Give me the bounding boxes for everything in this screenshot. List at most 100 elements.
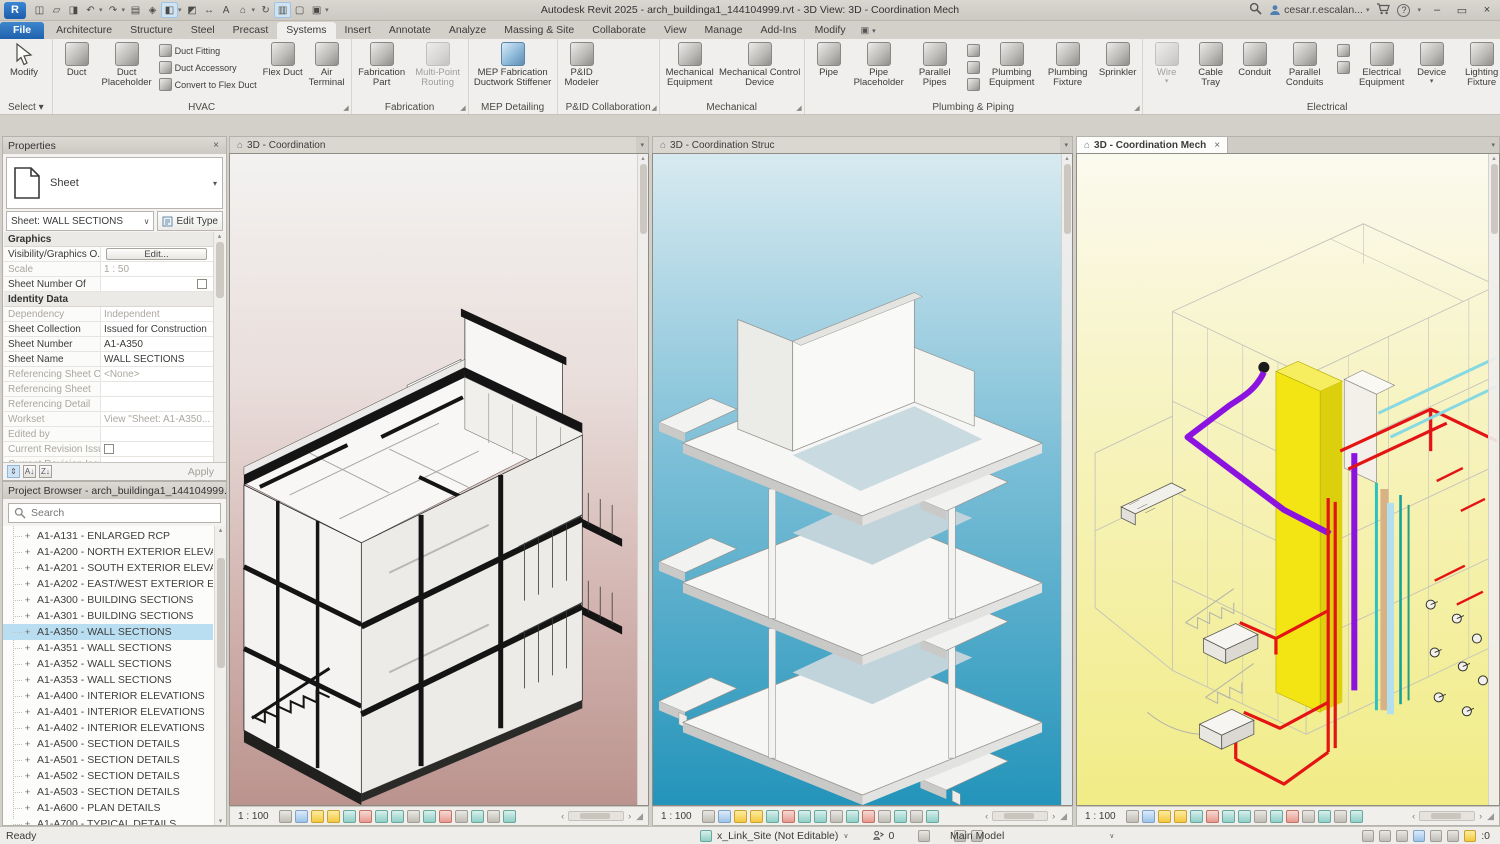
crop-view-icon[interactable] — [781, 809, 795, 823]
design-option-select[interactable]: Main Model — [950, 830, 1004, 842]
ribbon-button-parallel-pipes[interactable]: Parallel Pipes — [907, 40, 963, 100]
ribbon-display-toggle[interactable]: ▣ ▾ — [855, 25, 882, 39]
panel-label-mechanical[interactable]: Mechanical — [660, 101, 804, 114]
browser-item-a1-a501-section-details[interactable]: + A1-A501 - SECTION DETAILS — [3, 752, 213, 768]
ribbon-tab-file[interactable]: File — [0, 22, 45, 39]
worksharing-display-icon[interactable] — [470, 809, 484, 823]
browser-item-a1-a502-section-details[interactable]: + A1-A502 - SECTION DETAILS — [3, 768, 213, 784]
show-crop-region-icon[interactable] — [797, 809, 811, 823]
view-tab-caret-icon[interactable]: ▾ — [1060, 137, 1072, 153]
cable-tray-fitting-button[interactable] — [1335, 43, 1352, 58]
view-tab-3d-coordination-struc[interactable]: ⌂ 3D - Coordination Struc — [653, 137, 1061, 153]
temporary-hide-isolate-icon[interactable] — [845, 809, 859, 823]
view-tab-3d-coordination-mech[interactable]: ⌂ 3D - Coordination Mech × — [1077, 137, 1229, 153]
ribbon-button-sprinkler[interactable]: Sprinkler — [1096, 40, 1140, 100]
panel-expander-icon[interactable]: ◢ — [460, 104, 465, 112]
ribbon-tab-insert[interactable]: Insert — [336, 22, 380, 39]
temporary-view-properties-icon[interactable] — [1333, 809, 1347, 823]
sun-path-icon[interactable] — [310, 809, 324, 823]
scale-button[interactable]: 1 : 100 — [1081, 811, 1124, 822]
current-revision-issu-checkbox[interactable] — [104, 444, 114, 454]
ribbon-button-pipe[interactable]: Pipe — [807, 40, 851, 100]
panel-label-mep-detailing[interactable]: MEP Detailing — [469, 101, 557, 114]
editing-requests-icon[interactable] — [872, 830, 884, 841]
flex-pipe-button[interactable] — [965, 43, 982, 58]
reveal-hidden-elements-icon[interactable] — [1253, 809, 1267, 823]
switch-windows-icon[interactable]: ▣ — [308, 2, 325, 18]
rendering-dialog-icon[interactable] — [1189, 809, 1203, 823]
canvas-vertical-scrollbar[interactable]: ▴ — [1488, 154, 1499, 805]
show-crop-region-icon[interactable] — [1221, 809, 1235, 823]
default-3d-view-caret-icon[interactable]: ▾ — [178, 6, 182, 14]
expand-icon[interactable]: + — [23, 771, 32, 782]
analytical-model-icon[interactable] — [861, 809, 875, 823]
browser-scrollbar[interactable]: ▴ ▾ — [214, 526, 226, 825]
measure-icon[interactable]: ↔ — [201, 2, 218, 18]
temporary-view-properties-icon[interactable] — [909, 809, 923, 823]
detail-level-icon[interactable] — [278, 809, 292, 823]
model-cube-icon[interactable] — [918, 829, 931, 842]
browser-item-a1-a350-wall-sections[interactable]: + A1-A350 - WALL SECTIONS — [3, 624, 213, 640]
ribbon-tab-massing-site[interactable]: Massing & Site — [495, 22, 583, 39]
property-section-graphics[interactable]: Graphics↥ — [4, 232, 225, 247]
unlocked-3d-view-icon[interactable] — [390, 809, 404, 823]
temporary-hide-isolate-icon[interactable] — [422, 809, 436, 823]
detail-level-icon[interactable] — [701, 809, 715, 823]
highlight-displacement-sets-icon[interactable] — [454, 809, 468, 823]
selection-box-icon[interactable] — [502, 809, 516, 823]
3d-model-mechanical[interactable] — [1077, 154, 1499, 805]
print-icon[interactable]: ▤ — [127, 2, 144, 18]
ribbon-tab-manage[interactable]: Manage — [696, 22, 752, 39]
ribbon-button-duct-fitting[interactable]: Duct Fitting — [157, 43, 259, 58]
expand-icon[interactable]: + — [23, 723, 32, 734]
browser-item-a1-a352-wall-sections[interactable]: + A1-A352 - WALL SECTIONS — [3, 656, 213, 672]
text-icon[interactable]: A — [218, 2, 235, 18]
expand-icon[interactable]: + — [23, 611, 32, 622]
edit-visibility-button[interactable]: Edit... — [106, 248, 207, 260]
panel-label-hvac[interactable]: HVAC — [53, 101, 351, 114]
help-caret-icon[interactable]: ▾ — [1417, 6, 1421, 14]
resize-grip-icon[interactable]: ◢ — [1059, 811, 1068, 822]
open-icon[interactable]: ▱ — [48, 2, 65, 18]
show-crop-region-icon[interactable] — [374, 809, 388, 823]
expand-icon[interactable]: + — [23, 579, 32, 590]
reveal-hidden-elements-icon[interactable] — [406, 809, 420, 823]
filter-icon[interactable] — [1464, 829, 1477, 842]
scroll-right-icon[interactable]: › — [1050, 811, 1057, 821]
detail-level-icon[interactable] — [1125, 809, 1139, 823]
expand-icon[interactable]: + — [23, 627, 32, 638]
sheet-number-of-checkbox[interactable] — [197, 279, 207, 289]
scale-button[interactable]: 1 : 100 — [234, 811, 277, 822]
properties-header[interactable]: Properties × — [3, 137, 226, 154]
sun-path-icon[interactable] — [733, 809, 747, 823]
sort-grouped-icon[interactable]: Z↓ — [39, 465, 52, 478]
sort-ascending-icon[interactable]: A↓ — [23, 465, 36, 478]
ribbon-button-multi-point-routing[interactable]: Multi-Point Routing — [410, 40, 466, 100]
scroll-right-icon[interactable]: › — [1477, 811, 1484, 821]
view-tab-3d-coordination[interactable]: ⌂ 3D - Coordination — [230, 137, 637, 153]
ribbon-button-flex-duct[interactable]: Flex Duct — [261, 40, 305, 100]
expand-icon[interactable]: + — [23, 787, 32, 798]
selection-box-icon[interactable] — [1349, 809, 1363, 823]
sync-icon[interactable]: ↻ — [257, 2, 274, 18]
drawing-area-architecture[interactable]: ▴ — [229, 153, 649, 806]
scroll-left-icon[interactable]: ‹ — [1410, 811, 1417, 821]
type-selector-caret-icon[interactable]: ▾ — [213, 179, 217, 188]
highlight-displacement-sets-icon[interactable] — [877, 809, 891, 823]
background-processes-icon[interactable] — [1447, 829, 1460, 842]
panel-expander-icon[interactable]: ◢ — [651, 104, 656, 112]
panel-label-electrical[interactable]: Electrical — [1143, 101, 1500, 114]
browser-item-a1-a700-typical-details[interactable]: + A1-A700 - TYPICAL DETAILS — [3, 816, 213, 825]
restore-button[interactable]: ▭ — [1453, 4, 1471, 17]
ribbon-tab-systems[interactable]: Systems — [277, 22, 336, 39]
select-pinned-elements-icon[interactable] — [1396, 829, 1409, 842]
ribbon-tab-add-ins[interactable]: Add-Ins — [751, 22, 805, 39]
ribbon-button-duct[interactable]: Duct — [55, 40, 99, 100]
scale-button[interactable]: 1 : 100 — [657, 811, 700, 822]
pipe-fitting-button[interactable] — [965, 60, 982, 75]
ribbon-button-lighting-fixture[interactable]: Lighting Fixture — [1454, 40, 1500, 100]
panel-label-p-id-collaboration[interactable]: P&ID Collaboration — [558, 101, 659, 114]
browser-item-a1-a201-south-exterior-elevation[interactable]: +A1-A201 - SOUTH EXTERIOR ELEVATION — [3, 560, 213, 576]
apply-button[interactable]: Apply — [188, 466, 222, 478]
revit-app-button[interactable]: R — [4, 1, 26, 19]
